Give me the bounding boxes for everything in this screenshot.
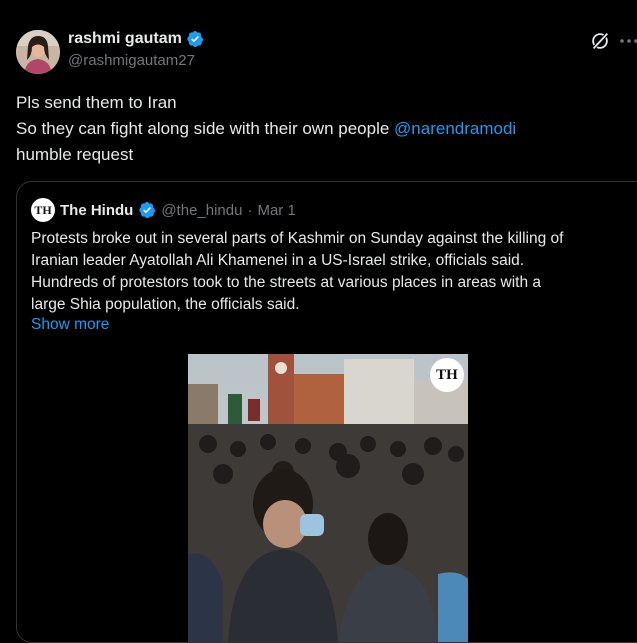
avatar[interactable]	[16, 30, 60, 74]
tweet-text-line: Pls send them to Iran	[16, 93, 177, 112]
quoted-tweet-header: TH The Hindu @the_hindu · Mar 1	[31, 198, 296, 222]
quoted-text-line: Hundreds of protestors took to the stree…	[31, 274, 542, 291]
quoted-text: Protests broke out in several parts of K…	[31, 228, 631, 316]
more-options-icon[interactable]	[619, 30, 637, 52]
quoted-text-line: Iranian leader Ayatollah Ali Khamenei in…	[31, 252, 525, 269]
quoted-text-line: large Shia population, the officials sai…	[31, 296, 300, 313]
the-hindu-avatar[interactable]: TH	[31, 198, 55, 222]
quoted-handle[interactable]: @the_hindu	[161, 202, 242, 219]
verified-badge-icon[interactable]	[138, 201, 156, 219]
grok-icon[interactable]	[589, 30, 611, 52]
avatar-image	[16, 30, 60, 74]
quoted-date[interactable]: Mar 1	[257, 202, 295, 219]
author-display-name[interactable]: rashmi gautam	[68, 30, 182, 48]
quoted-display-name[interactable]: The Hindu	[60, 202, 133, 219]
the-hindu-watermark: TH	[430, 358, 464, 392]
quoted-tweet[interactable]: TH The Hindu @the_hindu · Mar 1 Protests…	[16, 181, 637, 643]
quoted-media-video[interactable]: TH	[188, 354, 468, 642]
tweet-text-segment: So they can fight along side with their …	[16, 119, 395, 138]
protest-crowd-image	[188, 354, 468, 642]
tweet-text-line: So they can fight along side with their …	[16, 116, 616, 142]
show-more-link[interactable]: Show more	[31, 316, 109, 334]
author-name-row: rashmi gautam	[68, 30, 204, 48]
mention-link[interactable]: @narendramodi	[394, 119, 516, 138]
verified-badge-icon[interactable]	[186, 30, 204, 48]
author-handle[interactable]: @rashmigautam27	[68, 52, 195, 69]
quoted-text-line: Protests broke out in several parts of K…	[31, 230, 564, 247]
separator-dot: ·	[247, 201, 253, 219]
tweet-text: Pls send them to Iran So they can fight …	[16, 90, 616, 168]
tweet-text-line: humble request	[16, 145, 134, 164]
